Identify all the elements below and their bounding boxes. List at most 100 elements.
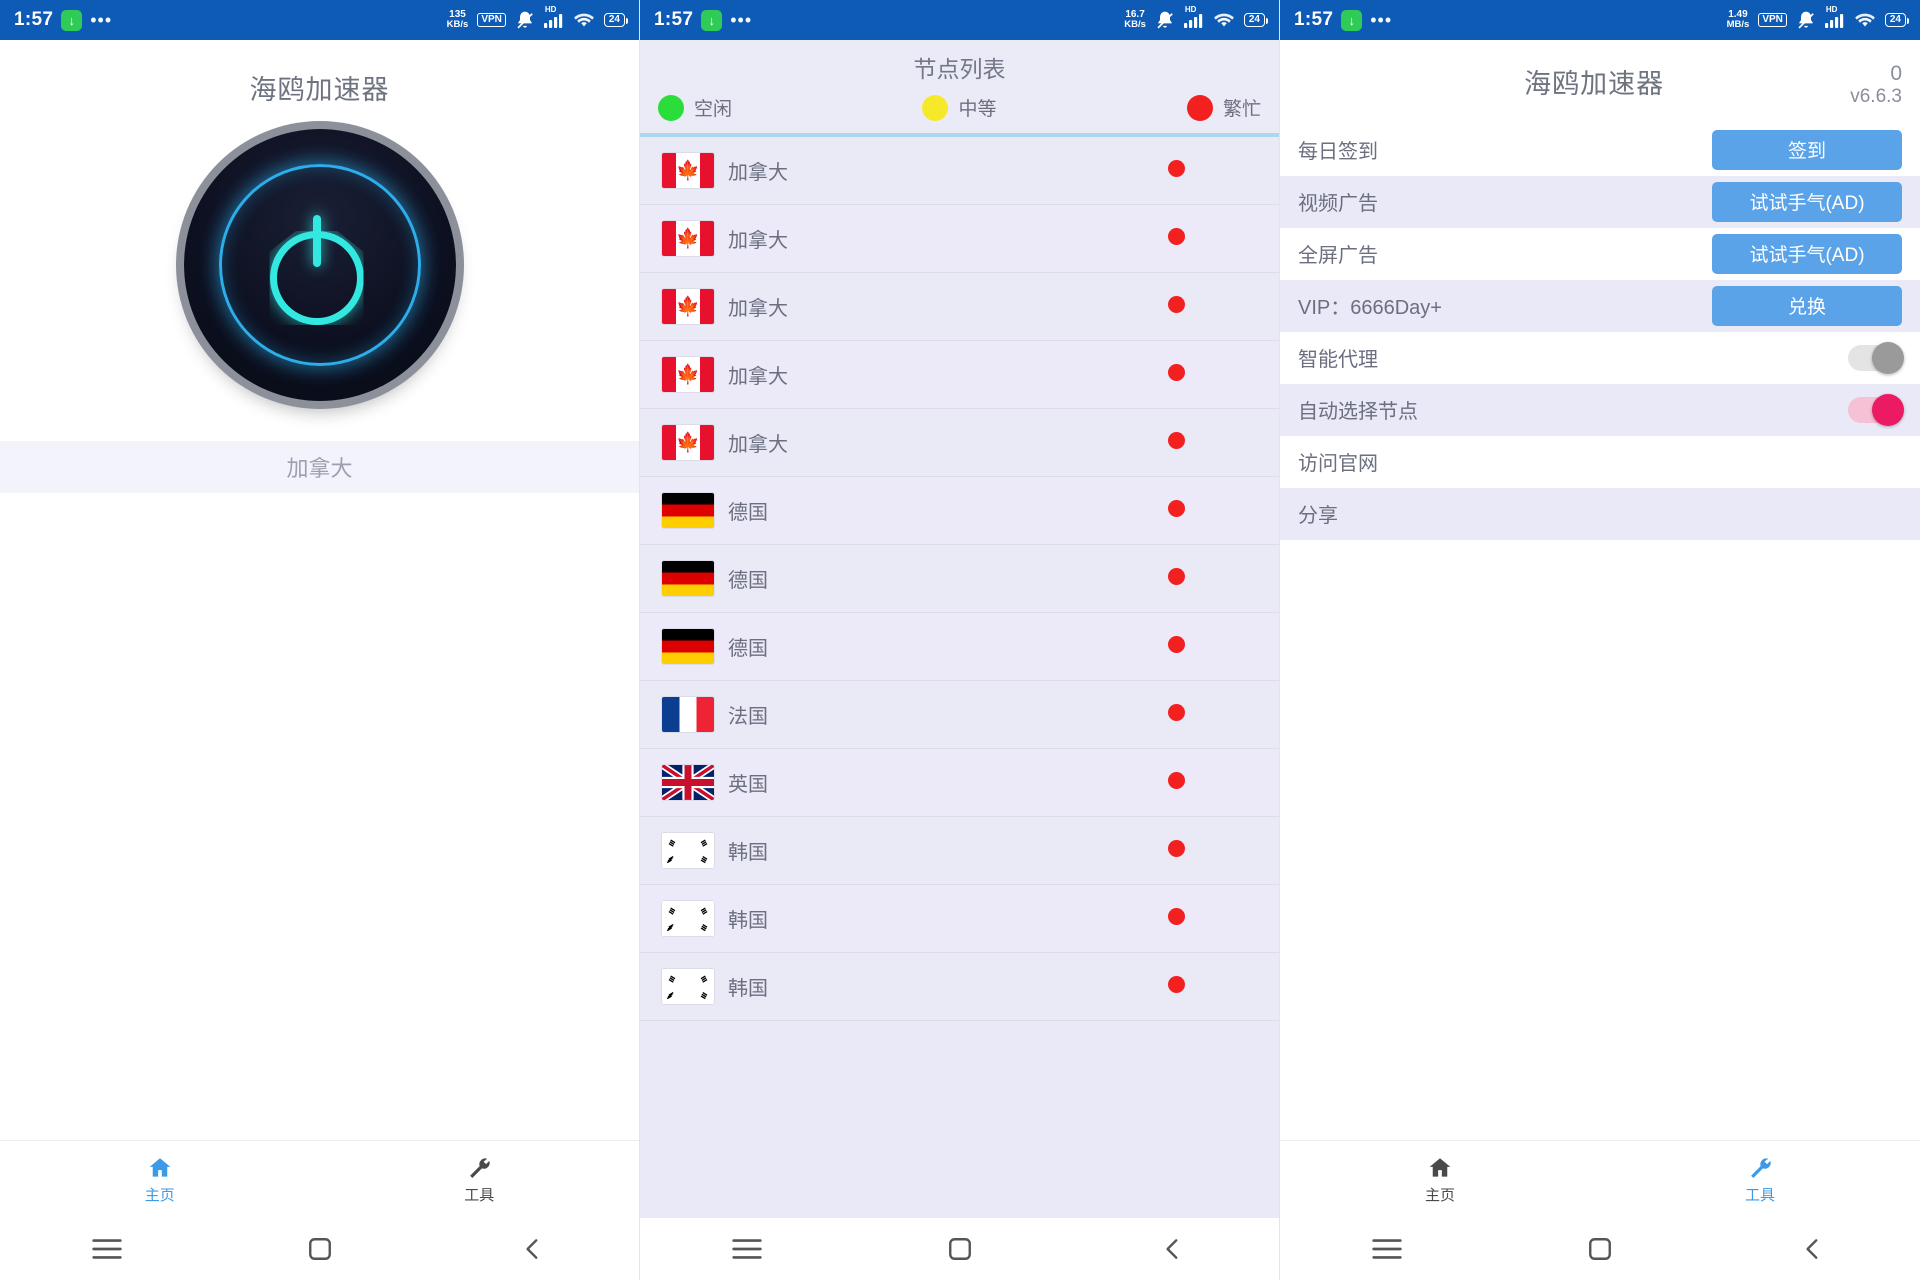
maple-leaf-icon: 🍁	[676, 160, 700, 181]
back-icon[interactable]	[426, 1236, 639, 1262]
tool-toggle[interactable]	[1848, 393, 1904, 426]
bell-muted-icon	[1157, 11, 1173, 29]
flag-icon-canada: 🍁	[662, 357, 714, 392]
node-row[interactable]: 韩国	[640, 885, 1279, 953]
node-row[interactable]: 🍁 加拿大	[640, 273, 1279, 341]
network-speed-unit: KB/s	[1124, 19, 1146, 30]
battery-icon: 24	[1243, 13, 1269, 27]
node-row[interactable]: 德国	[640, 477, 1279, 545]
node-row[interactable]: 韩国	[640, 817, 1279, 885]
node-row[interactable]: 🍁 加拿大	[640, 205, 1279, 273]
back-icon[interactable]	[1066, 1236, 1279, 1262]
tool-label: 视频广告	[1298, 193, 1378, 216]
node-row[interactable]: 🍁 加拿大	[640, 341, 1279, 409]
download-icon: ↓	[701, 9, 723, 31]
tab-tools-label: 工具	[1744, 1186, 1775, 1204]
home-spacer	[0, 493, 639, 1140]
tab-tools[interactable]: 工具	[1600, 1155, 1920, 1205]
status-more-icon: •••	[730, 10, 753, 30]
square-icon[interactable]	[853, 1236, 1066, 1262]
tool-row[interactable]: 分享	[1280, 487, 1920, 540]
tool-label: 全屏广告	[1298, 245, 1378, 268]
node-row[interactable]: 德国	[640, 545, 1279, 613]
hd-label: HD	[1184, 5, 1197, 14]
status-dot-busy-icon	[1168, 703, 1185, 721]
status-dot-busy-icon	[1168, 295, 1185, 313]
flag-icon-korea	[662, 969, 714, 1004]
node-status	[1168, 227, 1185, 250]
current-location-label: 加拿大	[286, 456, 353, 481]
home-icon	[1429, 1157, 1451, 1177]
status-bar-left: 1:57 ↓ •••	[14, 9, 112, 31]
status-more-icon: •••	[90, 10, 113, 30]
node-row[interactable]: 德国	[640, 613, 1279, 681]
battery-icon: 24	[603, 13, 629, 27]
tool-row[interactable]: 访问官网	[1280, 435, 1920, 488]
node-list-title: 节点列表	[913, 56, 1006, 82]
node-name: 韩国	[728, 842, 768, 864]
tool-row: 视频广告 试试手气(AD)	[1280, 175, 1920, 228]
node-row[interactable]: 英国	[640, 749, 1279, 817]
legend-idle-label: 空闲	[694, 99, 733, 120]
node-row[interactable]: 法国	[640, 681, 1279, 749]
node-row[interactable]: 🍁 加拿大	[640, 137, 1279, 205]
tab-home[interactable]: 主页	[0, 1155, 320, 1205]
download-icon: ↓	[1341, 9, 1363, 31]
square-icon[interactable]	[1493, 1236, 1706, 1262]
menu-icon[interactable]	[1280, 1238, 1493, 1260]
tool-toggle[interactable]	[1848, 341, 1904, 374]
tool-action-button[interactable]: 试试手气(AD)	[1712, 233, 1902, 274]
signal-bars-icon: HD	[1824, 5, 1845, 28]
flag-icon-france	[662, 697, 714, 732]
node-status	[1168, 431, 1185, 454]
version-number: v6.6.3	[1850, 86, 1902, 108]
maple-leaf-icon: 🍁	[676, 296, 700, 317]
menu-icon[interactable]	[0, 1238, 213, 1260]
battery-icon: 24	[1884, 13, 1910, 27]
node-row[interactable]: 韩国	[640, 953, 1279, 1021]
status-bar-left: 1:57 ↓ •••	[654, 9, 752, 31]
flag-icon-uk	[662, 765, 714, 800]
status-dot-busy-icon	[1168, 227, 1185, 245]
power-button[interactable]	[183, 129, 456, 401]
idle-dot-icon	[658, 94, 684, 121]
bottom-tab-bar: 主页 工具	[0, 1140, 639, 1218]
square-icon[interactable]	[213, 1236, 426, 1262]
wrench-icon	[1751, 1157, 1771, 1178]
flag-icon-germany	[662, 493, 714, 528]
node-name: 加拿大	[728, 366, 788, 388]
tab-tools[interactable]: 工具	[320, 1155, 640, 1205]
vpn-icon: VPN	[1758, 13, 1787, 27]
status-dot-busy-icon	[1168, 975, 1185, 993]
node-name: 加拿大	[728, 434, 788, 456]
node-row[interactable]: 🍁 加拿大	[640, 409, 1279, 477]
menu-icon[interactable]	[640, 1238, 853, 1260]
maple-leaf-icon: 🍁	[676, 364, 700, 385]
status-legend: 空闲 中等 繁忙	[640, 94, 1279, 133]
tool-action-button[interactable]: 兑换	[1712, 285, 1902, 326]
panel-node-list: 1:57 ↓ ••• 16.7 KB/s HD 24 节点列表 空闲 中等 繁忙…	[640, 0, 1280, 1280]
tab-home[interactable]: 主页	[1280, 1155, 1600, 1205]
current-location-bar[interactable]: 加拿大	[0, 441, 639, 493]
tool-action-button[interactable]: 试试手气(AD)	[1712, 181, 1902, 222]
android-nav-bar	[640, 1218, 1279, 1280]
node-name: 德国	[728, 570, 768, 592]
toggle-knob	[1872, 341, 1904, 374]
home-icon	[149, 1157, 171, 1177]
three-phone-screenshots: 1:57 ↓ ••• 135 KB/s VPN HD 24 海鸥加速器 加拿大 …	[0, 0, 1920, 1280]
status-bar: 1:57 ↓ ••• 1.49 MB/s VPN HD 24	[1280, 0, 1920, 40]
wrench-icon	[470, 1157, 490, 1178]
traffic-count: 0	[1890, 62, 1902, 85]
node-name: 法国	[728, 706, 768, 728]
node-name: 德国	[728, 638, 768, 660]
status-dot-busy-icon	[1168, 771, 1185, 789]
legend-item-medium: 中等	[859, 94, 1060, 121]
back-icon[interactable]	[1707, 1236, 1920, 1262]
signal-bars-icon: HD	[543, 5, 564, 28]
tool-action-button[interactable]: 签到	[1712, 129, 1902, 170]
network-speed: 16.7 KB/s	[1124, 10, 1146, 30]
node-list[interactable]: 🍁 加拿大 🍁 加拿大 🍁 加拿大 🍁 加拿大 🍁 加拿大 德国 德国 德国 法国 英国 韩国 韩国 韩国	[640, 137, 1279, 1218]
status-bar-right: 135 KB/s VPN HD 24	[447, 5, 629, 30]
tab-home-label: 主页	[144, 1186, 175, 1204]
node-status	[1168, 907, 1185, 930]
